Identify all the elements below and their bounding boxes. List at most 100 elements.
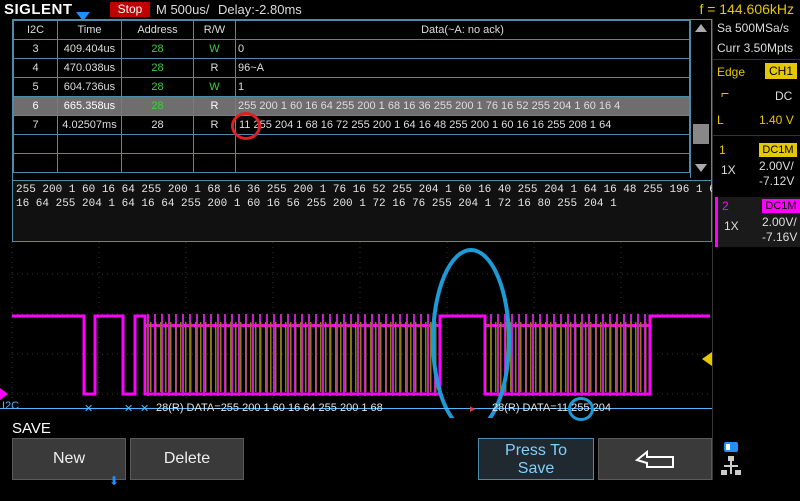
trigger-source-badge[interactable]: CH1: [765, 63, 797, 79]
right-info-panel: Sa 500MSa/s Curr 3.50Mpts Edge CH1 ⌐ DC …: [712, 19, 800, 480]
channel-offset: -7.12V: [759, 174, 795, 188]
scroll-thumb[interactable]: [693, 124, 709, 144]
row-address: 28: [121, 115, 194, 135]
delay-readout[interactable]: Delay:-2.80ms: [218, 2, 302, 17]
row-index: 5: [13, 77, 58, 97]
bus-decode-line: I2C ✕ ✕ ✕ 28(R) DATA=255 200 1 60 16 64 …: [0, 397, 712, 421]
row-time: 409.404us: [57, 39, 122, 59]
table-row-empty: [13, 153, 690, 173]
trigger-coupling[interactable]: DC: [775, 89, 792, 103]
bus-packet-2-byte: 11: [556, 402, 569, 414]
trigger-type-label[interactable]: Edge: [717, 65, 745, 79]
red-circle-annotation-icon: [231, 112, 261, 140]
channel-scale: 2.00V/: [762, 215, 797, 229]
memory-depth-readout: Curr 3.50Mpts: [717, 41, 794, 55]
row-time: 604.736us: [57, 77, 122, 97]
channel-probe: 1X: [724, 219, 739, 233]
row-index: 4: [13, 58, 58, 78]
trigger-level-value[interactable]: 1.40 V: [759, 113, 794, 127]
row-index: 3: [13, 39, 58, 59]
decode-grid: I2C Time Address R/W Data(~A: no ack) 3 …: [13, 20, 690, 173]
status-icons: [716, 438, 800, 480]
bus-x-mark-icon: ✕: [84, 403, 94, 415]
row-address: 28: [121, 39, 194, 59]
row-rw: R: [193, 58, 236, 78]
bus-packet-1: 28(R) DATA=255 200 1 60 16 64 255 200 1 …: [156, 402, 383, 414]
trigger-level-label: L: [717, 113, 724, 127]
row-data: 255 200 1 60 16 64 255 200 1 68 16 36 25…: [235, 96, 690, 116]
table-row-selected[interactable]: 6 665.358us 28 R 255 200 1 60 16 64 255 …: [13, 96, 690, 116]
column-header-time: Time: [57, 20, 122, 40]
table-header-row: I2C Time Address R/W Data(~A: no ack): [13, 20, 690, 40]
return-arrow-icon: [634, 449, 674, 468]
detail-data-text: 255 200 1 60 16 64 255 200 1 68 16 36 25…: [16, 183, 722, 211]
channel-coupling-badge: DC1M: [762, 199, 800, 213]
row-data-rest: 255 204 1 68 16 72 255 200 1 64 16 48 25…: [250, 119, 612, 131]
channel-number: 1: [719, 143, 726, 157]
press-to-save-line-2: Save: [517, 460, 555, 477]
row-rw: R: [193, 115, 236, 135]
column-header-i2c: I2C: [13, 20, 58, 40]
bus-packet-end-icon: ▸: [470, 403, 476, 415]
row-time: 470.038us: [57, 58, 122, 78]
channel-2-info[interactable]: 2 DC1M 1X 2.00V/ -7.16V: [715, 197, 800, 247]
rising-edge-icon: ⌐: [721, 85, 730, 101]
timebase-readout[interactable]: M 500us/: [156, 2, 209, 17]
bus-x-mark-icon: ✕: [140, 403, 150, 415]
row-address: 28: [121, 96, 194, 116]
table-row-empty: [13, 134, 690, 154]
usb-network-icon: [721, 442, 741, 475]
channel-1-info[interactable]: 1 DC1M 1X 2.00V/ -7.12V: [715, 141, 799, 191]
waveform-display[interactable]: [0, 242, 712, 418]
row-rw: W: [193, 77, 236, 97]
delete-button[interactable]: Delete: [130, 438, 244, 480]
row-rw: R: [193, 96, 236, 116]
channel-number: 2: [722, 199, 729, 213]
column-header-data: Data(~A: no ack): [235, 20, 690, 40]
bus-packet-2-prefix: 28(R) DATA=: [492, 402, 557, 414]
row-data: 1: [235, 77, 690, 97]
row-time: 665.358us: [57, 96, 122, 116]
run-state-badge[interactable]: Stop: [110, 2, 150, 17]
top-status-bar: SIGLENT Stop M 500us/ Delay:-2.80ms f = …: [0, 0, 800, 21]
row-data: 11 255 204 1 68 16 72 255 200 1 64 16 48…: [231, 112, 690, 140]
press-to-save-button[interactable]: Press To Save: [478, 438, 594, 480]
table-scrollbar[interactable]: [690, 20, 711, 178]
channel-scale: 2.00V/: [759, 159, 794, 173]
detail-line-2: 16 64 255 204 1 64 16 64 255 200 1 60 16…: [16, 198, 617, 210]
row-address: 28: [121, 77, 194, 97]
blue-circle-annotation-icon: [568, 397, 594, 421]
table-row[interactable]: 3 409.404us 28 W 0: [13, 39, 690, 59]
table-row[interactable]: 5 604.736us 28 W 1: [13, 77, 690, 97]
press-to-save-line-1: Press To: [505, 442, 567, 459]
column-header-address: Address: [121, 20, 194, 40]
brand-logo: SIGLENT: [4, 1, 73, 18]
detail-line-1: 255 200 1 60 16 64 255 200 1 68 16 36 25…: [16, 184, 723, 196]
ch2-offset-marker-icon: [0, 388, 8, 400]
row-time: 4.02507ms: [57, 115, 122, 135]
row-index: 6: [13, 96, 58, 116]
bus-x-mark-icon: ✕: [124, 403, 134, 415]
row-index: 7: [13, 115, 58, 135]
divider: [713, 135, 800, 136]
decode-detail-panel: 255 200 1 60 16 64 255 200 1 68 16 36 25…: [12, 180, 722, 242]
row-rw: W: [193, 39, 236, 59]
chevron-down-icon: ⬇: [108, 474, 119, 488]
scroll-down-arrow-icon[interactable]: [695, 164, 707, 172]
decode-list-table: I2C Time Address R/W Data(~A: no ack) 3 …: [12, 19, 712, 181]
back-button[interactable]: [598, 438, 712, 480]
table-row[interactable]: 7 4.02507ms 28 R 11 255 204 1 68 16 72 2…: [13, 112, 690, 140]
sample-rate-readout: Sa 500MSa/s: [717, 21, 790, 35]
bus-label: I2C: [2, 400, 20, 412]
frequency-readout: f = 144.606kHz: [699, 1, 794, 17]
menu-title: SAVE: [12, 420, 51, 437]
channel-probe: 1X: [721, 163, 736, 177]
column-header-rw: R/W: [193, 20, 236, 40]
row-address: 28: [121, 58, 194, 78]
divider: [713, 59, 800, 60]
row-data: 0: [235, 39, 690, 59]
row-data: 96~A: [235, 58, 690, 78]
new-button[interactable]: New ⬇: [12, 438, 126, 488]
table-row[interactable]: 4 470.038us 28 R 96~A: [13, 58, 690, 78]
scroll-up-arrow-icon[interactable]: [695, 24, 707, 32]
